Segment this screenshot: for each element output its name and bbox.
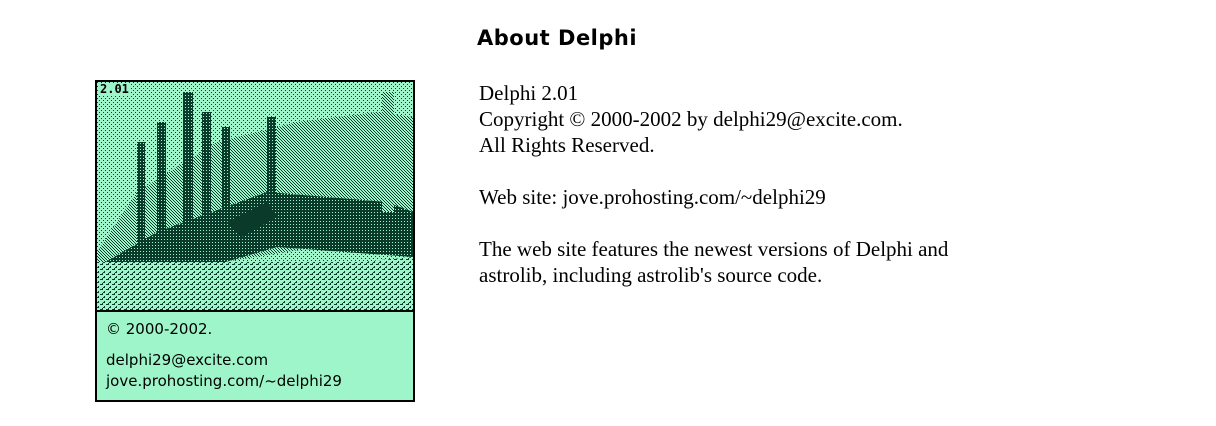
features-line-1: The web site features the newest version… <box>479 237 949 261</box>
version-line: Delphi 2.01 <box>479 81 579 105</box>
splash-panel: 2.01 © 2000-2002. delphi29@excite.com jo… <box>95 80 415 402</box>
splash-copyright: © 2000-2002. <box>106 320 213 338</box>
website-line: Web site: jove.prohosting.com/~delphi29 <box>479 185 826 209</box>
about-dialog-title: About Delphi <box>477 26 638 50</box>
copyright-line: Copyright © 2000-2002 by delphi29@excite… <box>479 107 903 131</box>
temple-ruins-image: 2.01 <box>97 82 413 312</box>
rights-line: All Rights Reserved. <box>479 133 655 157</box>
splash-email: delphi29@excite.com <box>106 351 269 369</box>
features-line-2: astrolib, including astrolib's source co… <box>479 263 823 287</box>
temple-ruins-graphic <box>97 82 413 310</box>
about-info-text: Delphi 2.01 Copyright © 2000-2002 by del… <box>479 80 1179 288</box>
splash-version-label: 2.01 <box>99 82 130 96</box>
splash-website: jove.prohosting.com/~delphi29 <box>106 372 342 390</box>
